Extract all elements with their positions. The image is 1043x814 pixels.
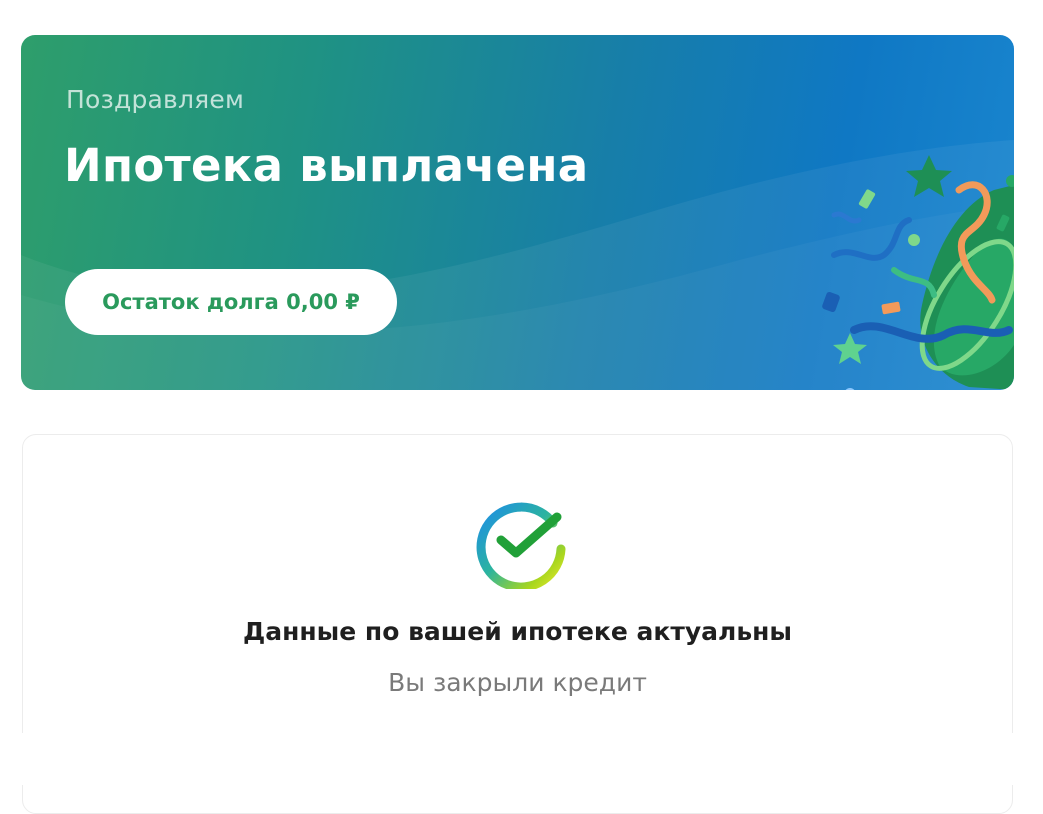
status-title: Данные по вашей ипотеке актуальны xyxy=(242,617,793,646)
remaining-debt-button[interactable]: Остаток долга 0,00 ₽ xyxy=(65,269,397,335)
party-popper-confetti-icon xyxy=(822,155,1014,390)
banner-greeting: Поздравляем xyxy=(66,85,245,114)
mortgage-paid-banner: Поздравляем Ипотека выплачена Остаток до… xyxy=(21,35,1014,390)
sber-check-logo-icon xyxy=(476,502,566,589)
status-subtitle: Вы закрыли кредит xyxy=(388,668,647,697)
page-bottom-area xyxy=(0,733,1043,785)
banner-headline: Ипотека выплачена xyxy=(64,139,589,192)
